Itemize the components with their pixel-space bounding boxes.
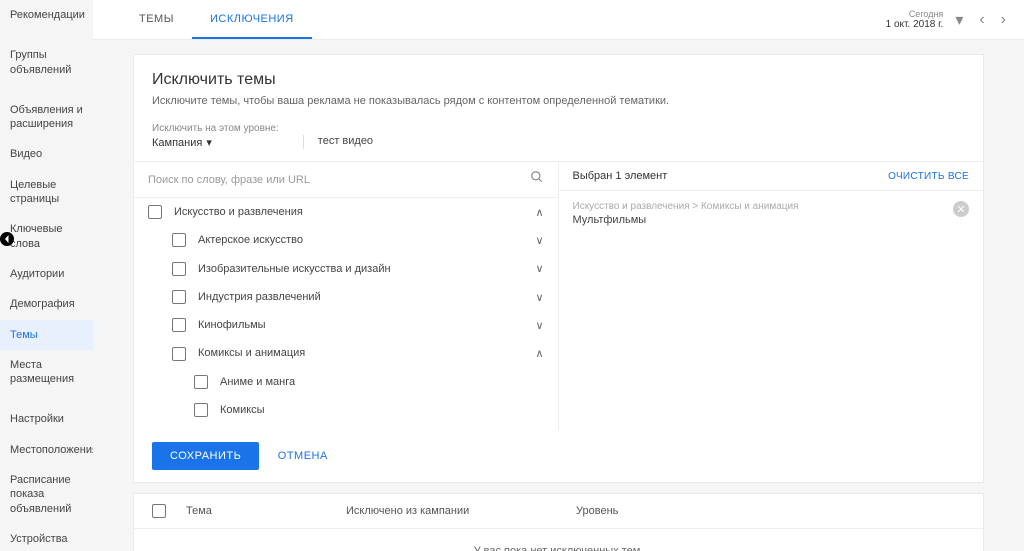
select-all-checkbox[interactable] <box>152 504 166 518</box>
sidebar-item[interactable]: Целевые страницы <box>0 170 93 215</box>
col-level: Уровень <box>576 505 726 517</box>
tree-row[interactable]: Комиксы <box>134 396 558 424</box>
selected-count: Выбран 1 элемент <box>573 170 668 182</box>
chevron-down-icon[interactable]: ∨ <box>535 291 543 304</box>
date-label: Сегодня <box>886 9 944 19</box>
chevron-down-icon: ▾ <box>206 136 212 149</box>
level-value: Кампания <box>152 137 202 149</box>
chevron-down-icon[interactable]: ∨ <box>535 262 543 275</box>
prev-icon[interactable]: ‹ <box>975 9 988 31</box>
tree-row[interactable]: Искусство и развлечения∧ <box>134 198 558 226</box>
sidebar-item[interactable]: Темы <box>0 320 93 350</box>
tree-checkbox[interactable] <box>172 318 186 332</box>
tree-row[interactable]: Мультфильмы <box>134 424 558 430</box>
col-topic: Тема <box>186 505 346 517</box>
selected-chip: Искусство и развлечения > Комиксы и аним… <box>559 191 984 236</box>
date-value: 1 окт. 2018 г. <box>886 19 944 30</box>
chevron-down-icon[interactable]: ∨ <box>535 319 543 332</box>
chevron-up-icon[interactable]: ∧ <box>535 206 543 219</box>
remove-chip-icon[interactable]: ✕ <box>953 201 969 217</box>
sidebar-item[interactable]: Аудитории <box>0 259 93 289</box>
level-label: Исключить на этом уровне: <box>152 123 279 134</box>
tree-row[interactable]: Индустрия развлечений∨ <box>134 283 558 311</box>
card-title: Исключить темы <box>152 71 965 89</box>
main-content: Исключить темы Исключите темы, чтобы ваш… <box>93 40 1024 551</box>
level-dropdown[interactable]: Кампания ▾ <box>152 136 279 149</box>
tree-label: Аниме и манга <box>220 375 544 389</box>
tree-checkbox[interactable] <box>172 290 186 304</box>
sidebar-item[interactable]: Расписание показа объявлений <box>0 465 93 524</box>
chip-path: Искусство и развлечения > Комиксы и аним… <box>573 201 946 212</box>
tree-row[interactable]: Комиксы и анимация∧ <box>134 339 558 367</box>
tree-checkbox[interactable] <box>194 403 208 417</box>
sidebar-item[interactable]: Группы объявлений <box>0 40 93 85</box>
chip-label: Мультфильмы <box>573 214 946 226</box>
tree-row[interactable]: Актерское искусство∨ <box>134 226 558 254</box>
tree-label: Индустрия развлечений <box>198 290 535 304</box>
cancel-button[interactable]: ОТМЕНА <box>264 442 342 470</box>
tab[interactable]: ИСКЛЮЧЕНИЯ <box>192 0 312 39</box>
sidebar: Рекомендации Группы объявлений Объявления … <box>0 0 93 551</box>
empty-message: У вас пока нет исключенных тем. <box>150 545 967 551</box>
tree-checkbox[interactable] <box>172 347 186 361</box>
top-bar: ТЕМЫИСКЛЮЧЕНИЯ Сегодня 1 окт. 2018 г. ▾ … <box>93 0 1024 40</box>
sidebar-item[interactable]: Настройки <box>0 404 93 434</box>
col-excluded-from: Исключено из кампании <box>346 505 576 517</box>
tree-label: Актерское искусство <box>198 233 535 247</box>
sidebar-item[interactable]: Объявления и расширения <box>0 95 93 140</box>
clear-all-button[interactable]: ОЧИСТИТЬ ВСЕ <box>888 171 969 182</box>
tree-checkbox[interactable] <box>148 205 162 219</box>
save-button[interactable]: СОХРАНИТЬ <box>152 442 259 470</box>
tree-label: Изобразительные искусства и дизайн <box>198 262 535 276</box>
tree-checkbox[interactable] <box>172 262 186 276</box>
exclude-topics-card: Исключить темы Исключите темы, чтобы ваш… <box>133 54 984 483</box>
exclusions-table: Тема Исключено из кампании Уровень У вас… <box>133 493 984 551</box>
sidebar-item[interactable]: Видео <box>0 139 93 169</box>
chevron-up-icon[interactable]: ∧ <box>535 347 543 360</box>
date-range: Сегодня 1 окт. 2018 г. ▾ ‹ › <box>886 8 1024 32</box>
topics-browser: Искусство и развлечения∧Актерское искусс… <box>134 162 559 430</box>
sidebar-item[interactable]: Устройства <box>0 524 93 551</box>
tabs: ТЕМЫИСКЛЮЧЕНИЯ <box>93 0 312 39</box>
selected-panel: Выбран 1 элемент ОЧИСТИТЬ ВСЕ Искусство … <box>559 162 984 430</box>
tab[interactable]: ТЕМЫ <box>121 0 192 39</box>
tree-label: Комиксы и анимация <box>198 346 535 360</box>
tree-row[interactable]: Изобразительные искусства и дизайн∨ <box>134 255 558 283</box>
dropdown-icon[interactable]: ▾ <box>951 8 967 32</box>
sidebar-collapse-icon[interactable] <box>0 232 14 246</box>
tree-label: Комиксы <box>220 403 544 417</box>
card-subtitle: Исключите темы, чтобы ваша реклама не по… <box>152 95 965 107</box>
sidebar-item[interactable]: Места размещения <box>0 350 93 395</box>
tree-label: Искусство и развлечения <box>174 205 535 219</box>
sidebar-item[interactable]: Ключевые слова <box>0 214 93 259</box>
sidebar-item[interactable]: Демография <box>0 289 93 319</box>
campaign-name: тест видео <box>303 135 373 149</box>
tree-row[interactable]: Кинофильмы∨ <box>134 311 558 339</box>
chevron-down-icon[interactable]: ∨ <box>535 234 543 247</box>
topics-tree[interactable]: Искусство и развлечения∧Актерское искусс… <box>134 198 558 430</box>
search-input[interactable] <box>148 174 530 186</box>
tree-checkbox[interactable] <box>172 233 186 247</box>
next-icon[interactable]: › <box>997 9 1010 31</box>
sidebar-item[interactable]: Рекомендации <box>0 0 93 30</box>
tree-checkbox[interactable] <box>194 375 208 389</box>
sidebar-item[interactable]: Местоположения <box>0 435 93 465</box>
tree-label: Кинофильмы <box>198 318 535 332</box>
tree-row[interactable]: Аниме и манга <box>134 368 558 396</box>
search-icon[interactable] <box>530 170 544 189</box>
